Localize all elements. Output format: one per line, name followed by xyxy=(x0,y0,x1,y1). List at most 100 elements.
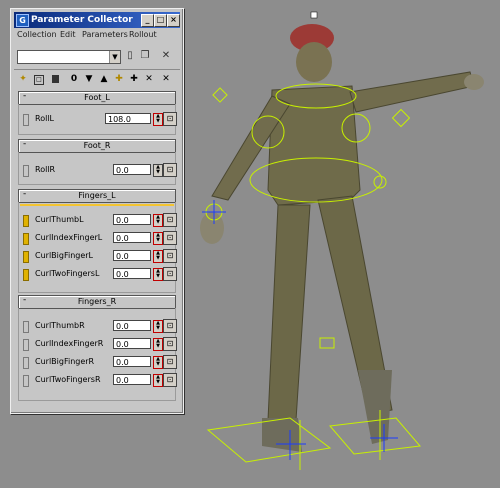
rollout-body-fingers-l: CurlThumbL 0.0 ▲ ▼ ⊡ CurlIndexFingerL 0.0… xyxy=(18,202,177,293)
key-icon[interactable]: ⊡ xyxy=(163,337,177,351)
key-icon[interactable]: ⊡ xyxy=(163,355,177,369)
collection-dropdown[interactable]: ▼ xyxy=(17,50,121,64)
collection-toolbar: ▼ ▯ ❐ ✕ xyxy=(14,48,180,64)
param-select[interactable] xyxy=(23,321,29,333)
spinner-arrows-icon[interactable]: ▲ ▼ xyxy=(153,250,163,263)
count-indicator: 0 xyxy=(70,74,78,84)
minimize-button[interactable]: _ xyxy=(141,14,154,27)
rollout-header-foot-l[interactable]: - Foot_L xyxy=(18,91,176,105)
restore-button[interactable]: □ xyxy=(154,14,167,27)
param-value-field[interactable]: 0.0 xyxy=(113,232,151,243)
rollout-body-fingers-r: CurlThumbR 0.0 ▲ ▼ ⊡ CurlIndexFingerR 0.0… xyxy=(18,308,177,401)
rollout-body-foot-l: RollL 108.0 ▲ ▼ ⊡ xyxy=(18,104,177,135)
rollout-title: Foot_R xyxy=(83,141,111,150)
delete-icon[interactable]: ✕ xyxy=(160,50,172,62)
param-value-field[interactable]: 0.0 xyxy=(113,338,151,349)
param-label: RollL xyxy=(35,114,54,123)
select-multiple-icon[interactable]: ✦ xyxy=(17,73,29,85)
param-value-field[interactable]: 0.0 xyxy=(113,250,151,261)
param-label: CurlTwoFingersL xyxy=(35,269,100,278)
param-label: CurlThumbR xyxy=(35,321,85,330)
chevron-down-icon[interactable]: ▼ xyxy=(109,51,120,63)
move-up-icon[interactable]: ▲ xyxy=(98,73,110,85)
key-icon[interactable]: ⊡ xyxy=(163,319,177,333)
parameter-collector-panel: G Parameter Collector _ □ × Collection E… xyxy=(10,8,184,414)
param-row: CurlIndexFingerL 0.0 ▲ ▼ ⊡ xyxy=(19,230,177,246)
menu-rollout[interactable]: Rollout xyxy=(129,30,157,39)
app-icon: G xyxy=(16,14,29,27)
key-icon[interactable]: ⊡ xyxy=(163,112,177,126)
param-label: CurlIndexFingerR xyxy=(35,339,104,348)
remove-icon[interactable]: ✕ xyxy=(143,73,155,85)
param-value-field[interactable]: 108.0 xyxy=(105,113,151,124)
move-down-icon[interactable]: ▼ xyxy=(83,73,95,85)
param-row: CurlBigFingerR 0.0 ▲ ▼ ⊡ xyxy=(19,354,177,370)
rollout-title: Fingers_R xyxy=(77,297,117,306)
spinner-arrows-icon[interactable]: ▲ ▼ xyxy=(153,356,163,369)
key-icon[interactable]: ⊡ xyxy=(163,163,177,177)
param-value-field[interactable]: 0.0 xyxy=(113,214,151,225)
right-foot xyxy=(358,370,392,444)
close-button[interactable]: × xyxy=(167,14,180,27)
rollout-header-foot-r[interactable]: - Foot_R xyxy=(18,139,176,153)
selection-highlight xyxy=(20,204,174,206)
collapse-icon[interactable] xyxy=(52,75,59,83)
rollout-title: Fingers_L xyxy=(78,191,116,200)
param-value-field[interactable]: 0.0 xyxy=(113,164,151,175)
character-figure[interactable] xyxy=(200,11,484,470)
spinner-arrows-icon[interactable]: ▲ ▼ xyxy=(153,320,163,333)
param-select[interactable] xyxy=(23,357,29,369)
param-label: CurlTwoFingersR xyxy=(35,375,101,384)
param-select[interactable] xyxy=(23,215,29,227)
spinner-arrows-icon[interactable]: ▲ ▼ xyxy=(153,164,163,177)
key-icon[interactable]: ⊡ xyxy=(163,213,177,227)
left-leg xyxy=(267,204,311,421)
head-pivot-handle[interactable] xyxy=(310,11,318,19)
rollout-header-fingers-l[interactable]: - Fingers_L xyxy=(18,189,176,203)
param-select[interactable] xyxy=(23,251,29,263)
param-select[interactable] xyxy=(23,375,29,387)
param-row: CurlThumbL 0.0 ▲ ▼ ⊡ xyxy=(19,212,177,228)
param-label: CurlBigFingerL xyxy=(35,251,94,260)
add-icon[interactable]: ✚ xyxy=(128,73,140,85)
spinner-arrows-icon[interactable]: ▲ ▼ xyxy=(153,232,163,245)
remove-all-icon[interactable]: ✕ xyxy=(160,73,172,85)
param-value-field[interactable]: 0.0 xyxy=(113,356,151,367)
rollout-header-fingers-r[interactable]: - Fingers_R xyxy=(18,295,176,309)
menu-bar: Collection Edit Parameters Rollout xyxy=(14,30,180,42)
spinner-arrows-icon[interactable]: ▲ ▼ xyxy=(153,374,163,387)
param-row: CurlTwoFingersR 0.0 ▲ ▼ ⊡ xyxy=(19,372,177,388)
param-select[interactable] xyxy=(23,165,29,177)
spinner-arrows-icon[interactable]: ▲ ▼ xyxy=(153,214,163,227)
param-label: CurlBigFingerR xyxy=(35,357,95,366)
window-title: Parameter Collector xyxy=(31,15,133,25)
spinner-arrows-icon[interactable]: ▲ ▼ xyxy=(153,268,163,281)
key-icon[interactable]: ⊡ xyxy=(163,267,177,281)
param-label: RollR xyxy=(35,165,56,174)
key-icon[interactable]: ⊡ xyxy=(163,249,177,263)
param-row: CurlBigFingerL 0.0 ▲ ▼ ⊡ xyxy=(19,248,177,264)
duplicate-icon[interactable]: ❐ xyxy=(139,50,151,62)
new-collection-icon[interactable]: ▯ xyxy=(124,50,136,62)
add-selected-icon[interactable]: ✚ xyxy=(113,73,125,85)
param-select[interactable] xyxy=(23,114,29,126)
param-value-field[interactable]: 0.0 xyxy=(113,268,151,279)
param-value-field[interactable]: 0.0 xyxy=(113,374,151,385)
param-select[interactable] xyxy=(23,339,29,351)
menu-edit[interactable]: Edit xyxy=(60,30,76,39)
spinner-arrows-icon[interactable]: ▲ ▼ xyxy=(153,338,163,351)
menu-collection[interactable]: Collection xyxy=(17,30,57,39)
param-row: CurlIndexFingerR 0.0 ▲ ▼ ⊡ xyxy=(19,336,177,352)
key-icon[interactable]: ⊡ xyxy=(163,231,177,245)
menu-parameters[interactable]: Parameters xyxy=(82,30,128,39)
raised-arm xyxy=(349,71,475,113)
rollout-title: Foot_L xyxy=(84,93,110,102)
title-bar[interactable]: G Parameter Collector _ □ × xyxy=(14,12,180,28)
isolate-icon[interactable]: □ xyxy=(34,75,44,85)
param-select[interactable] xyxy=(23,269,29,281)
param-select[interactable] xyxy=(23,233,29,245)
param-row: RollL 108.0 ▲ ▼ ⊡ xyxy=(19,111,177,127)
param-value-field[interactable]: 0.0 xyxy=(113,320,151,331)
key-icon[interactable]: ⊡ xyxy=(163,373,177,387)
spinner-arrows-icon[interactable]: ▲ ▼ xyxy=(153,113,163,126)
